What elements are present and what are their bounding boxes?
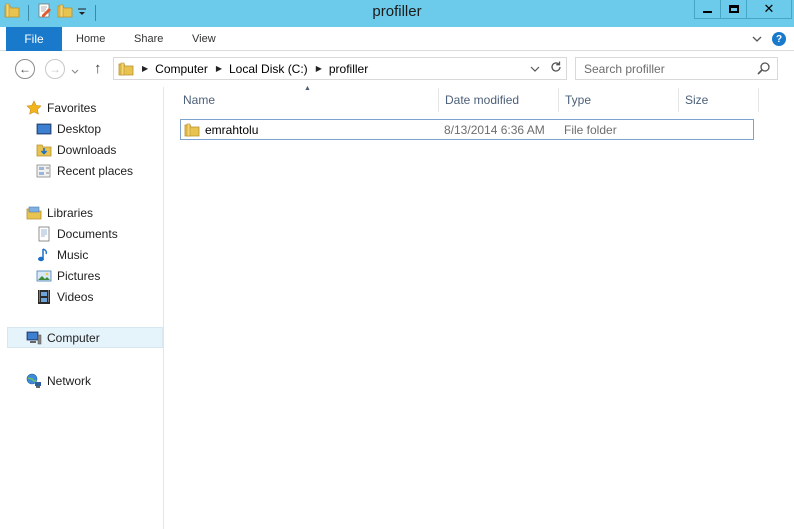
- music-icon: [36, 247, 52, 263]
- refresh-icon[interactable]: [550, 61, 562, 76]
- close-icon: ✕: [763, 1, 775, 16]
- sidebar-item-label: Pictures: [57, 268, 101, 283]
- pictures-icon: [36, 268, 52, 284]
- ribbon-right-controls: ?: [752, 32, 786, 46]
- search-box[interactable]: [575, 57, 778, 80]
- breadcrumb-computer[interactable]: Computer: [155, 62, 208, 76]
- sidebar-item-videos[interactable]: Videos: [0, 286, 93, 307]
- videos-icon: [36, 289, 52, 305]
- sidebar-item-network[interactable]: Network: [0, 370, 91, 391]
- up-button[interactable]: ↑: [94, 60, 102, 77]
- tab-home[interactable]: Home: [76, 27, 105, 51]
- help-icon[interactable]: ?: [772, 32, 786, 46]
- documents-icon: [36, 226, 52, 242]
- breadcrumb-local-disk[interactable]: Local Disk (C:): [229, 62, 308, 76]
- ribbon-tabs: File Home Share View ?: [0, 27, 794, 51]
- folder-location-icon: [118, 61, 134, 77]
- breadcrumb-separator-icon[interactable]: ▶: [216, 64, 222, 73]
- close-button[interactable]: ✕: [746, 0, 792, 19]
- sidebar-item-label: Documents: [57, 226, 118, 241]
- tab-share[interactable]: Share: [134, 27, 163, 51]
- tab-file[interactable]: File: [6, 27, 62, 51]
- search-input[interactable]: [584, 61, 754, 76]
- address-history-chevron-icon[interactable]: [530, 62, 540, 76]
- sidebar-item-desktop[interactable]: Desktop: [0, 118, 101, 139]
- window-title: profiller: [372, 3, 422, 20]
- navigation-bar: ← → ↑ ▶ Computer ▶ Local Disk (C:) ▶ pro…: [0, 51, 794, 87]
- downloads-icon: [36, 142, 52, 158]
- column-header-type[interactable]: Type: [559, 88, 679, 112]
- sidebar-item-label: Computer: [47, 330, 100, 345]
- minimize-icon: [703, 11, 712, 13]
- file-name: emrahtolu: [205, 123, 259, 137]
- address-bar[interactable]: ▶ Computer ▶ Local Disk (C:) ▶ profiller: [113, 57, 567, 80]
- column-header-date-modified[interactable]: Date modified: [439, 88, 559, 112]
- sidebar-item-recent-places[interactable]: Recent places: [0, 160, 133, 181]
- sidebar-item-pictures[interactable]: Pictures: [0, 265, 100, 286]
- network-icon: [26, 373, 42, 389]
- forward-button[interactable]: →: [45, 59, 65, 79]
- navigation-pane: Favorites Desktop Downloads Recent place…: [0, 87, 164, 529]
- maximize-icon: [728, 5, 739, 13]
- breadcrumb-separator-icon[interactable]: ▶: [142, 64, 148, 73]
- sidebar-item-label: Downloads: [57, 142, 117, 157]
- sidebar-item-label: Favorites: [47, 100, 97, 115]
- sidebar-item-label: Libraries: [47, 205, 94, 220]
- sidebar-item-label: Music: [57, 247, 89, 262]
- computer-icon: [26, 330, 42, 346]
- recent-places-icon: [36, 163, 52, 179]
- sidebar-item-downloads[interactable]: Downloads: [0, 139, 116, 160]
- star-icon: [26, 99, 42, 116]
- sidebar-item-label: Network: [47, 373, 92, 388]
- desktop-icon: [36, 121, 52, 137]
- address-bar-controls: [530, 61, 562, 76]
- file-date-modified: 8/13/2014 6:36 AM: [444, 123, 545, 137]
- window-controls: ✕: [694, 0, 792, 19]
- libraries-icon: [26, 205, 42, 221]
- breadcrumb-separator-icon[interactable]: ▶: [316, 64, 322, 73]
- sidebar-item-label: Desktop: [57, 121, 102, 136]
- column-header-size[interactable]: Size: [679, 88, 759, 112]
- file-row[interactable]: emrahtolu 8/13/2014 6:36 AM File folder: [180, 119, 754, 140]
- title-bar: profiller ✕: [0, 0, 794, 27]
- sidebar-item-libraries[interactable]: Libraries: [0, 202, 93, 223]
- minimize-button[interactable]: [694, 0, 721, 19]
- file-list: ▲ Name Date modified Type Size emrahtolu…: [165, 85, 794, 529]
- folder-icon: [184, 122, 200, 141]
- sidebar-item-label: Recent places: [57, 163, 134, 178]
- sidebar-item-documents[interactable]: Documents: [0, 223, 118, 244]
- search-icon[interactable]: [757, 61, 771, 78]
- maximize-button[interactable]: [720, 0, 747, 19]
- sidebar-item-computer[interactable]: Computer: [7, 327, 163, 348]
- sidebar-item-music[interactable]: Music: [0, 244, 88, 265]
- column-header-name[interactable]: Name: [177, 88, 439, 112]
- tab-view[interactable]: View: [192, 27, 216, 51]
- file-type: File folder: [564, 123, 617, 137]
- back-button[interactable]: ←: [15, 59, 35, 79]
- sidebar-item-favorites[interactable]: Favorites: [0, 97, 96, 118]
- expand-ribbon-chevron-icon[interactable]: [752, 32, 762, 46]
- recent-locations-chevron-icon[interactable]: [71, 64, 79, 78]
- sidebar-item-label: Videos: [57, 289, 94, 304]
- breadcrumb-profiller[interactable]: profiller: [329, 62, 368, 76]
